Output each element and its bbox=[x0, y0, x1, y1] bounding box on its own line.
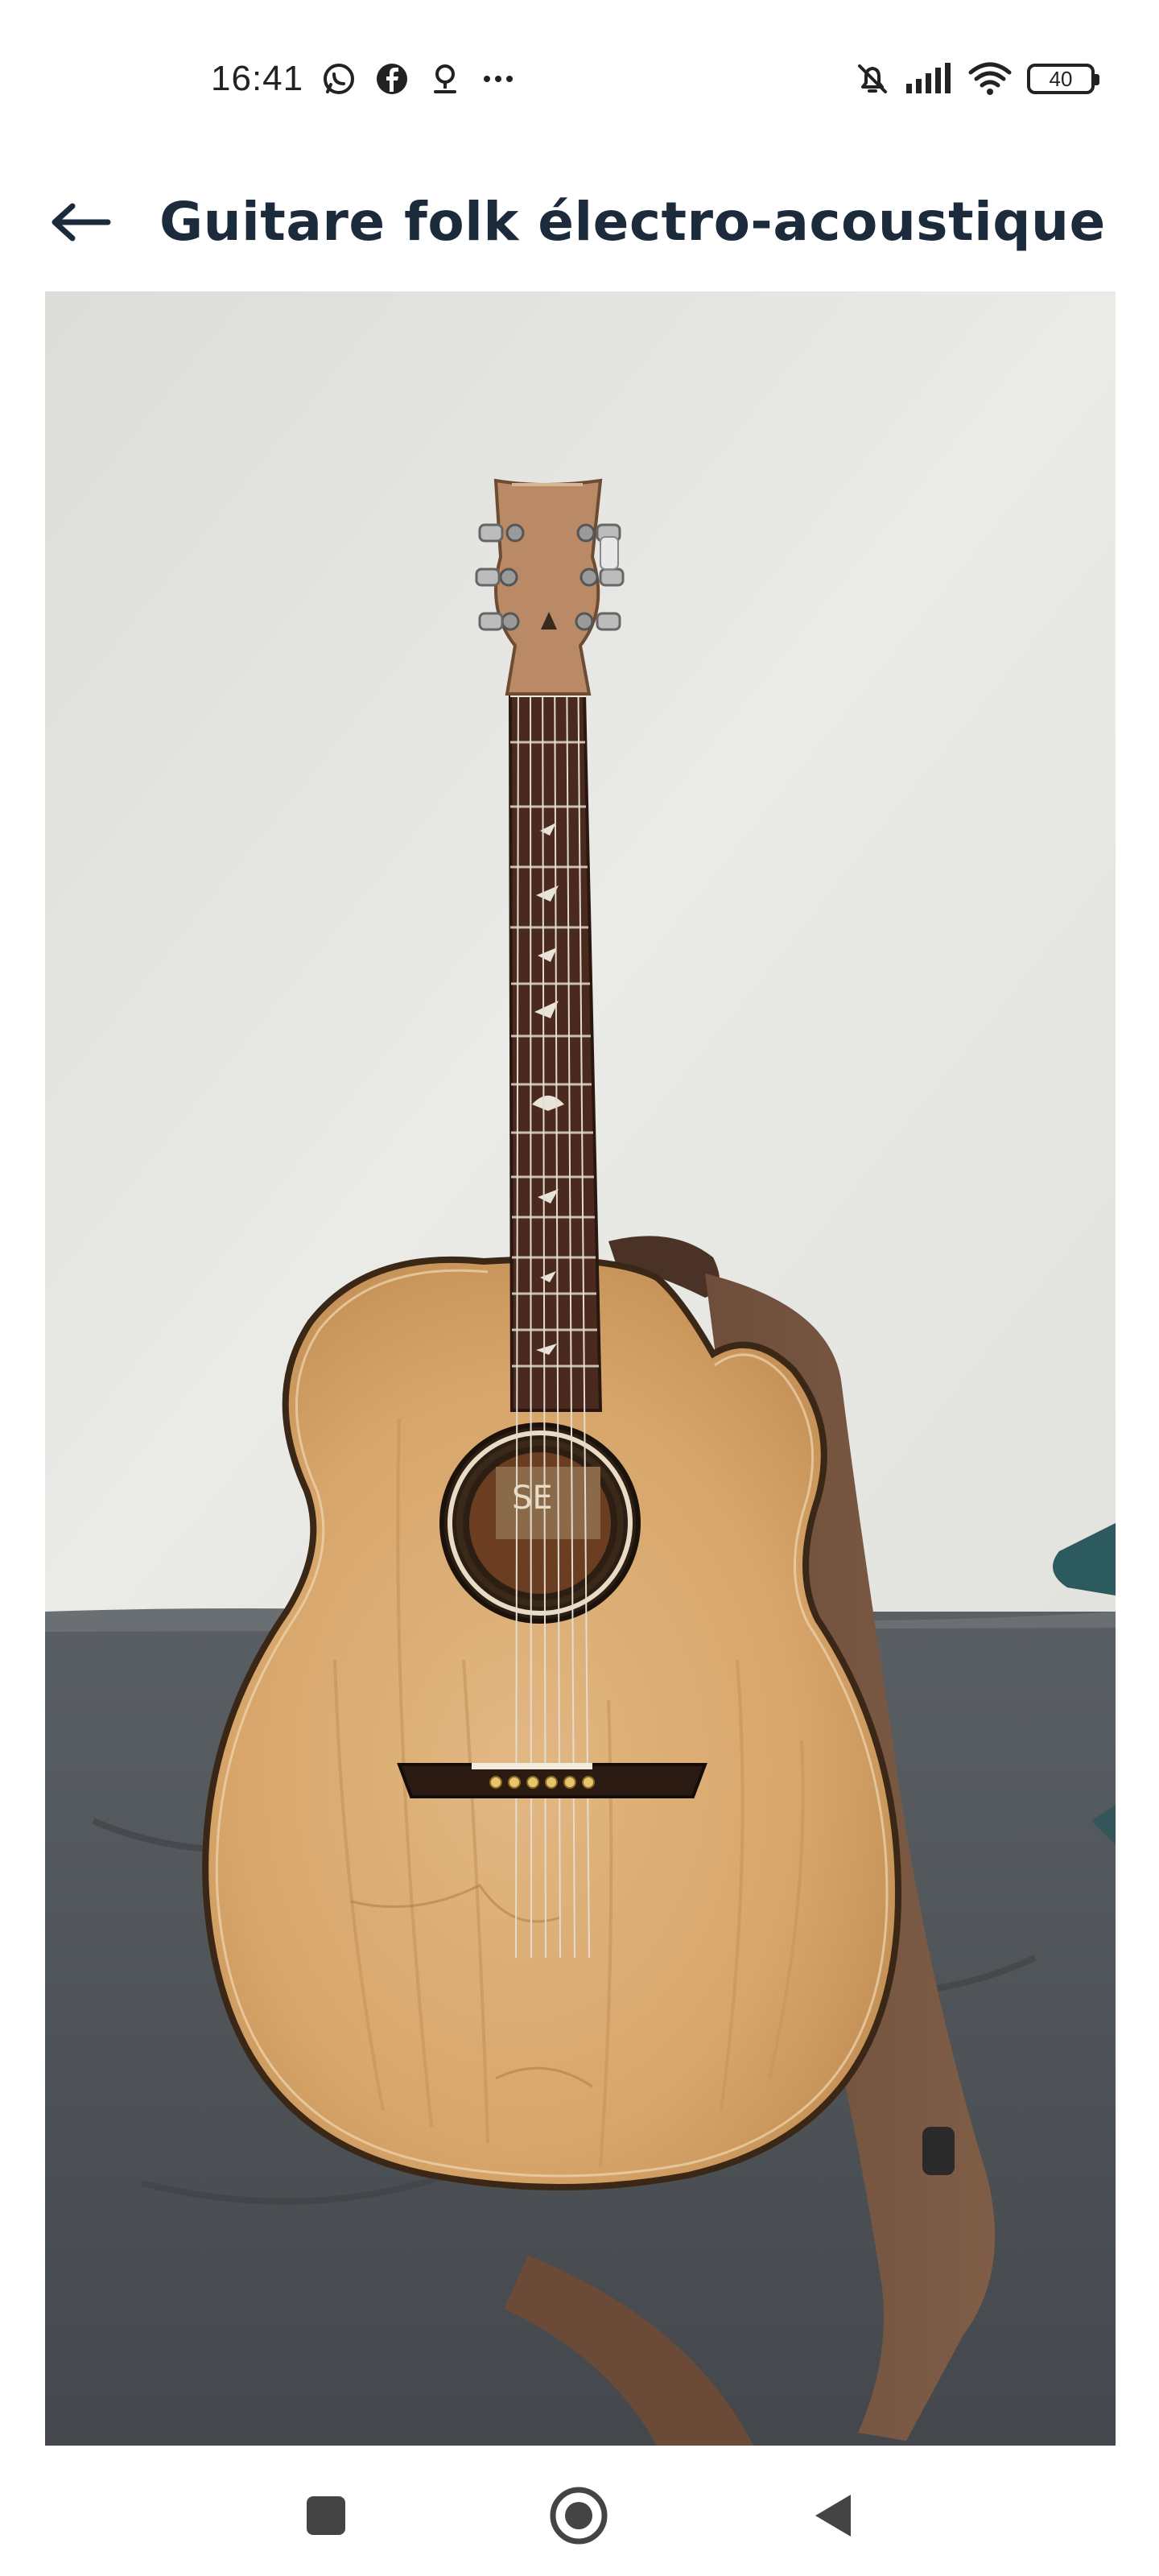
battery-icon: 40 bbox=[1027, 64, 1099, 94]
home-circle-icon bbox=[550, 2487, 608, 2545]
status-time: 16:41 bbox=[211, 59, 304, 98]
guitar-label-text: SE bbox=[512, 1480, 553, 1517]
location-pin-icon bbox=[427, 61, 463, 97]
app-header: Guitare folk électro-acoustique bbox=[0, 153, 1159, 290]
whatsapp-icon bbox=[321, 61, 357, 97]
product-photo[interactable]: SE bbox=[45, 291, 1116, 2446]
home-button[interactable] bbox=[542, 2479, 615, 2552]
wifi-icon bbox=[967, 61, 1013, 97]
recents-button[interactable] bbox=[290, 2479, 362, 2552]
recents-square-icon bbox=[307, 2496, 345, 2535]
back-triangle-icon bbox=[815, 2495, 851, 2537]
status-bar: 16:41 40 bbox=[0, 0, 1159, 153]
guitar-photo-illustration: SE bbox=[45, 291, 1116, 2446]
battery-level: 40 bbox=[1049, 66, 1073, 91]
back-button[interactable] bbox=[40, 182, 121, 262]
arrow-left-icon bbox=[52, 203, 111, 242]
back-nav-button[interactable] bbox=[797, 2479, 869, 2552]
facebook-icon bbox=[374, 61, 410, 97]
status-right: 40 bbox=[855, 53, 1099, 105]
page-title: Guitare folk électro-acoustique bbox=[159, 190, 1106, 253]
signal-icon bbox=[905, 61, 953, 97]
system-nav-bar bbox=[0, 2447, 1159, 2576]
status-left: 16:41 bbox=[211, 53, 516, 105]
bell-muted-icon bbox=[855, 61, 890, 97]
more-dots-icon bbox=[481, 61, 516, 97]
